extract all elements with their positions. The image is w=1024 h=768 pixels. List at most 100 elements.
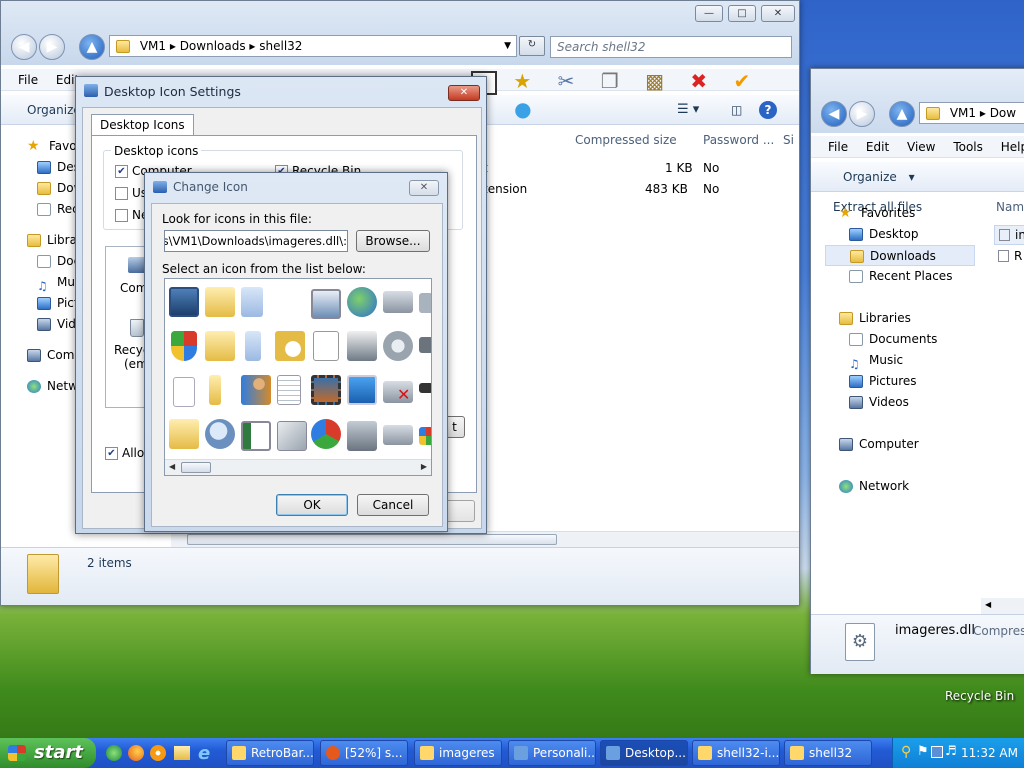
- crumb[interactable]: Dow: [990, 106, 1016, 120]
- start-button[interactable]: start: [0, 738, 96, 768]
- icon-option-folder-open[interactable]: [205, 331, 235, 361]
- icon-option-drive[interactable]: [383, 291, 413, 313]
- change-icon-titlebar[interactable]: Change Icon ✕: [145, 173, 447, 201]
- horizontal-scrollbar[interactable]: ◀: [981, 598, 1024, 614]
- taskbar-item-retrobar[interactable]: RetroBar...: [226, 740, 314, 766]
- menu-edit[interactable]: Edit: [859, 136, 896, 158]
- icon-option-film[interactable]: [311, 375, 341, 405]
- up-button[interactable]: ▲: [889, 101, 915, 127]
- menu-help[interactable]: Help: [994, 136, 1024, 158]
- scrollbar-thumb[interactable]: [187, 534, 557, 545]
- icon-option-media-center[interactable]: [311, 419, 341, 449]
- nav-favorites[interactable]: ★Favorites: [23, 136, 103, 157]
- icon-option-shield[interactable]: [171, 331, 197, 361]
- nav-desktop[interactable]: Desktop: [23, 157, 107, 178]
- organize-button[interactable]: Organize ▾: [827, 162, 923, 192]
- delete-icon[interactable]: ✖: [690, 69, 717, 93]
- network-drive-icon[interactable]: ●: [514, 97, 541, 121]
- taskbar-item-imageres[interactable]: imageres: [414, 740, 502, 766]
- minimize-button[interactable]: —: [695, 5, 723, 22]
- explorer-folder-icon[interactable]: [174, 746, 190, 760]
- explorer-titlebar-right[interactable]: ◀ ▶ ▲ VM1 ▸ Dow: [811, 69, 1024, 133]
- clock[interactable]: 11:32 AM: [961, 746, 1018, 760]
- icon-option-globe[interactable]: [347, 287, 377, 317]
- scrollbar-thumb[interactable]: [181, 462, 211, 473]
- table-row[interactable]: t 1 KB No: [481, 161, 781, 181]
- icon-option-network-drive[interactable]: [419, 293, 431, 313]
- nav-computer[interactable]: Computer: [835, 434, 985, 455]
- cancel-button[interactable]: Cancel: [357, 494, 429, 516]
- icon-option-mail[interactable]: [277, 421, 307, 451]
- checkbox-user-files[interactable]: Us: [115, 186, 147, 200]
- icon-option-picture[interactable]: [311, 289, 341, 319]
- preview-pane-icon[interactable]: ◫: [723, 95, 750, 125]
- nav-libraries[interactable]: Libraries: [835, 308, 985, 329]
- taskbar-item-personalization[interactable]: Personali...: [508, 740, 596, 766]
- crumb[interactable]: VM1: [140, 39, 166, 53]
- maximize-button[interactable]: □: [728, 5, 756, 22]
- nav-music[interactable]: ♫Music: [835, 350, 985, 371]
- refresh-button[interactable]: ↻: [519, 36, 545, 56]
- firefox-icon[interactable]: [128, 745, 144, 761]
- address-bar[interactable]: VM1 ▸ Downloads ▸ shell32 ▼: [109, 35, 517, 57]
- explorer-titlebar[interactable]: — □ ✕ ◀ ▶ ▲ VM1 ▸ Downloads ▸ shell32 ▼ …: [1, 1, 799, 65]
- icon-option-chip[interactable]: [419, 337, 431, 353]
- ok-button[interactable]: OK: [276, 494, 348, 516]
- nav-network[interactable]: Network: [835, 476, 985, 497]
- icon-option-users[interactable]: [241, 375, 271, 405]
- list-item[interactable]: R: [994, 247, 1024, 267]
- folder-options-icon[interactable]: ★: [513, 69, 541, 93]
- column-header-password[interactable]: Password ...: [703, 133, 774, 147]
- nav-recent[interactable]: Recent Places: [835, 266, 985, 287]
- checkbox-box[interactable]: [115, 187, 128, 200]
- icon-option-blank-doc[interactable]: [173, 377, 195, 407]
- menu-file[interactable]: File: [821, 136, 855, 158]
- icon-option-display[interactable]: [347, 375, 377, 405]
- crumb[interactable]: VM1: [950, 106, 976, 120]
- flag-icon[interactable]: ⚑: [917, 744, 929, 759]
- icon-option-search[interactable]: [205, 419, 235, 449]
- nav-network[interactable]: Network: [23, 376, 97, 397]
- column-header-size[interactable]: Si: [783, 133, 794, 147]
- nav-videos[interactable]: Videos: [23, 314, 97, 335]
- taskbar-item-shell32-i[interactable]: shell32-i...: [692, 740, 780, 766]
- taskbar-item-firefox[interactable]: [52%] s...: [320, 740, 408, 766]
- search-input[interactable]: Search shell32: [550, 36, 792, 58]
- media-player-icon[interactable]: [150, 745, 166, 761]
- icon-option-drive-error[interactable]: ✕: [383, 381, 413, 404]
- restore-default-button[interactable]: t: [445, 416, 465, 438]
- icon-option-music-doc[interactable]: [313, 331, 339, 361]
- close-button[interactable]: ✕: [448, 85, 480, 101]
- nav-desktop[interactable]: Desktop: [835, 224, 985, 245]
- nav-pictures[interactable]: Pictures: [23, 293, 105, 314]
- icon-option-folder-blue[interactable]: [245, 331, 261, 361]
- icon-option-folder-stack[interactable]: [169, 419, 199, 449]
- back-button[interactable]: ◀: [821, 101, 847, 127]
- cut-icon[interactable]: ✂: [558, 69, 585, 93]
- icon-option-window-doc[interactable]: [241, 421, 271, 451]
- icon-option-folder-narrow[interactable]: [209, 375, 221, 405]
- scroll-right-icon[interactable]: ▶: [421, 462, 427, 471]
- desktop-recycle-bin-label[interactable]: Recycle Bin: [945, 689, 1014, 703]
- icon-option-drive-plain[interactable]: [383, 425, 413, 445]
- nav-recent[interactable]: Recent Places: [23, 199, 140, 220]
- taskbar-item-desktop-icon-settings[interactable]: Desktop...: [600, 740, 688, 766]
- icon-option-folder[interactable]: [205, 287, 235, 317]
- icon-list-scrollbar[interactable]: ◀ ▶: [165, 459, 431, 475]
- nav-documents[interactable]: Documents: [835, 329, 985, 350]
- browse-button[interactable]: Browse...: [356, 230, 430, 252]
- menu-view[interactable]: View: [900, 136, 942, 158]
- icon-file-path-input[interactable]: :\users\VM1\Downloads\imageres.dll: [164, 230, 348, 252]
- icon-option-floppy[interactable]: [347, 421, 377, 451]
- column-header-name[interactable]: Name: [996, 200, 1024, 214]
- table-row[interactable]: tension 483 KB No: [481, 182, 781, 202]
- nav-libraries[interactable]: Libraries: [23, 230, 99, 251]
- menu-tools[interactable]: Tools: [946, 136, 990, 158]
- view-options-icon[interactable]: ☰ ▾: [669, 95, 707, 125]
- icon-option-windows-flag[interactable]: [419, 427, 431, 445]
- network-tray-icon[interactable]: [931, 746, 943, 758]
- menu-file[interactable]: File: [11, 69, 45, 91]
- icon-option-cable[interactable]: [419, 383, 431, 393]
- crumb[interactable]: Downloads: [180, 39, 246, 53]
- copy-icon[interactable]: ❐: [601, 69, 629, 93]
